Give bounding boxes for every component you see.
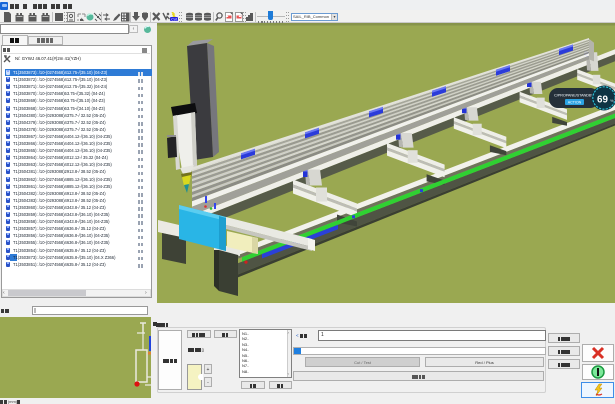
svg-text:ACTION: ACTION [568, 101, 582, 105]
svg-text:69: 69 [597, 95, 608, 106]
svg-text:%: % [610, 98, 614, 103]
svg-text:C/PROPANE/STANDBY: C/PROPANE/STANDBY [554, 93, 594, 98]
svg-text:Cut: Cut [171, 18, 176, 22]
